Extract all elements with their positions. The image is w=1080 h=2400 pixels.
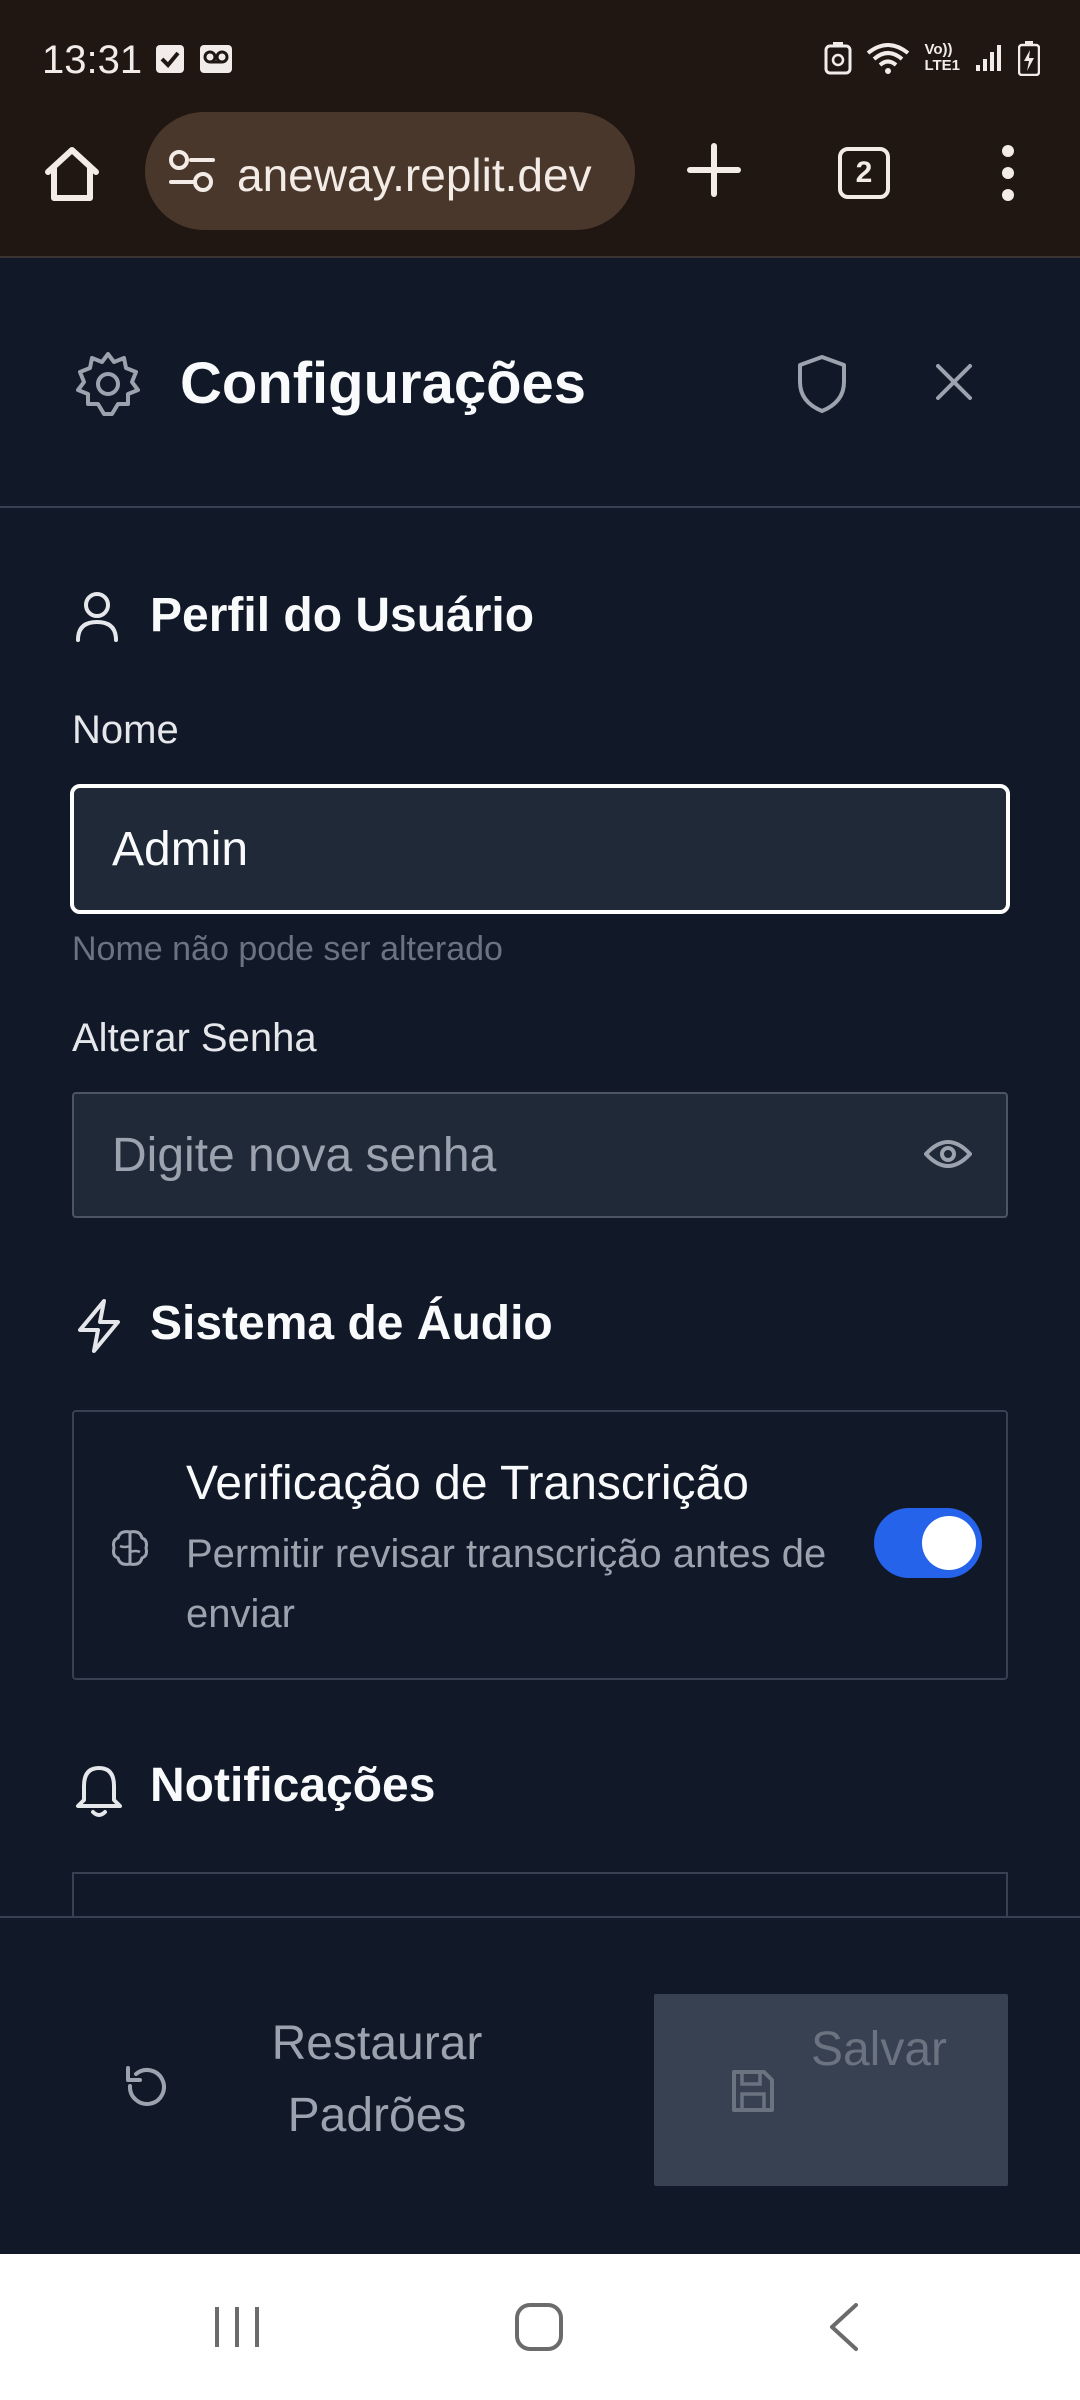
volte-lte-icon: Vo)) LTE1 — [924, 42, 960, 74]
lte-label: LTE1 — [924, 57, 960, 74]
transcription-description: Permitir revisar transcrição antes de en… — [186, 1532, 827, 1636]
password-placeholder: Digite nova senha — [112, 1128, 497, 1182]
bell-icon — [76, 1766, 122, 1817]
status-time: 13:31 — [42, 38, 143, 82]
site-settings-icon[interactable] — [167, 148, 217, 194]
status-left-icons — [155, 44, 233, 74]
more-menu-icon[interactable] — [996, 145, 1020, 201]
voicemail-icon — [200, 45, 232, 73]
shield-icon[interactable] — [796, 354, 848, 414]
save-label: Salvar — [810, 2023, 948, 2076]
new-tab-icon[interactable] — [686, 142, 742, 198]
save-button[interactable]: Salvar — [654, 1994, 1008, 2186]
url-text[interactable]: aneway.replit.dev — [237, 148, 617, 202]
password-input[interactable]: Digite nova senha — [72, 1092, 1008, 1218]
recent-apps-icon[interactable] — [212, 2304, 262, 2350]
status-bar: 13:31 Vo)) LTE1 — [0, 0, 1080, 122]
name-input-value: Admin — [112, 822, 249, 876]
save-icon — [732, 2070, 774, 2112]
back-icon[interactable] — [826, 2302, 862, 2352]
system-nav-bar — [0, 2254, 1080, 2400]
transcription-card: Verificação de Transcrição Permitir revi… — [72, 1410, 1008, 1680]
eye-icon[interactable] — [924, 1136, 972, 1172]
restore-defaults-button[interactable]: Restaurar Padrões — [72, 1990, 632, 2190]
wifi-icon — [867, 43, 910, 74]
name-input[interactable]: Admin — [70, 784, 1010, 914]
close-icon[interactable] — [930, 358, 978, 406]
transcription-title: Verificação de Transcrição — [186, 1457, 749, 1510]
address-bar[interactable]: aneway.replit.dev — [145, 112, 635, 230]
settings-footer: Restaurar Padrões Salvar — [0, 1916, 1080, 2254]
restore-icon — [126, 2066, 166, 2106]
tab-switcher-button[interactable]: 2 — [838, 147, 890, 199]
user-icon — [76, 592, 118, 642]
home-nav-icon[interactable] — [514, 2302, 564, 2352]
status-right-icons: Vo)) LTE1 — [824, 40, 1040, 76]
checkbox-notification-icon — [156, 45, 184, 73]
transcription-toggle[interactable] — [874, 1508, 982, 1578]
signal-icon — [976, 45, 1001, 71]
password-label: Alterar Senha — [72, 1016, 317, 1060]
name-label: Nome — [72, 708, 179, 752]
gear-icon — [76, 352, 140, 416]
name-hint: Nome não pode ser alterado — [72, 930, 503, 968]
notifications-section-title: Notificações — [150, 1759, 436, 1812]
battery-icon — [1018, 41, 1040, 76]
settings-header: Configurações — [0, 258, 1080, 508]
settings-title: Configurações — [180, 351, 587, 416]
volte-label: Vo)) — [924, 41, 953, 58]
audio-section-title: Sistema de Áudio — [150, 1297, 553, 1350]
lightning-icon — [78, 1299, 120, 1353]
restore-defaults-label: Restaurar Padrões — [271, 2017, 483, 2142]
profile-section-title: Perfil do Usuário — [150, 589, 535, 642]
toggle-knob — [922, 1516, 976, 1570]
brain-icon — [112, 1530, 148, 1566]
home-icon[interactable] — [40, 142, 104, 206]
battery-saver-icon — [824, 42, 852, 75]
